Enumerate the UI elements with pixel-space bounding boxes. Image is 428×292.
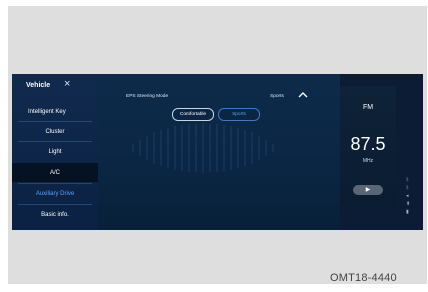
- status-icons: ᛒ ᛒ ◂ ⬆ ▮: [404, 178, 418, 226]
- chevron-up-icon[interactable]: [298, 91, 308, 98]
- sidebar-item-label: Basic info.: [41, 211, 69, 218]
- sidebar-item-light[interactable]: Light: [12, 142, 98, 161]
- sidebar-item-label: Cluster: [45, 128, 65, 135]
- bluetooth-audio-icon: ᛒ: [406, 185, 410, 191]
- close-icon[interactable]: ×: [64, 79, 70, 90]
- comfortable-option-button[interactable]: Comfortable: [172, 108, 214, 121]
- radio-frequency-unit: MHz: [362, 158, 374, 164]
- sidebar-item-label: Light: [48, 148, 62, 155]
- volume-icon: ◂: [406, 193, 409, 199]
- option-label: Comfortable: [179, 112, 207, 117]
- sidebar-item-basic-info[interactable]: Basic info.: [12, 205, 98, 224]
- radio-band: FM: [362, 104, 374, 111]
- play-icon: ▶: [365, 187, 371, 193]
- signal-icon: ▮: [406, 209, 409, 215]
- option-label: Sports: [232, 112, 246, 117]
- eps-steering-mode-value: Sports: [270, 94, 284, 99]
- sidebar-item-cluster[interactable]: Cluster: [12, 122, 98, 141]
- radio-frequency: 87.5: [350, 134, 386, 154]
- sidebar-item-auxiliary-drive[interactable]: Auxiliary Drive: [12, 184, 98, 203]
- settings-panel: EPS Steering Mode Sports Comfortable Spo…: [98, 74, 340, 230]
- play-button[interactable]: ▶: [353, 185, 383, 195]
- sidebar-title: Vehicle: [26, 82, 51, 89]
- sidebar-item-label: Auxiliary Drive: [35, 190, 75, 197]
- sound-wave-graphic: [132, 123, 274, 173]
- bluetooth-icon: ᛒ: [406, 177, 410, 183]
- navigation-icon: ⬆: [406, 201, 411, 207]
- sports-option-button[interactable]: Sports: [218, 108, 260, 121]
- settings-sidebar: Vehicle × Intelligent Key Cluster Light …: [12, 74, 98, 230]
- sidebar-item-label: A/C: [49, 169, 60, 176]
- radio-widget[interactable]: FM 87.5 MHz ▶: [340, 86, 396, 206]
- sidebar-item-label: Intelligent Key: [28, 108, 66, 115]
- sidebar-item-ac[interactable]: A/C: [12, 163, 98, 182]
- infotainment-screen: Vehicle × Intelligent Key Cluster Light …: [12, 74, 423, 230]
- figure-caption: OMT18-4440: [330, 272, 397, 284]
- sidebar-item-intelligent-key[interactable]: Intelligent Key: [12, 102, 98, 121]
- eps-steering-mode-label: EPS Steering Mode: [126, 94, 169, 99]
